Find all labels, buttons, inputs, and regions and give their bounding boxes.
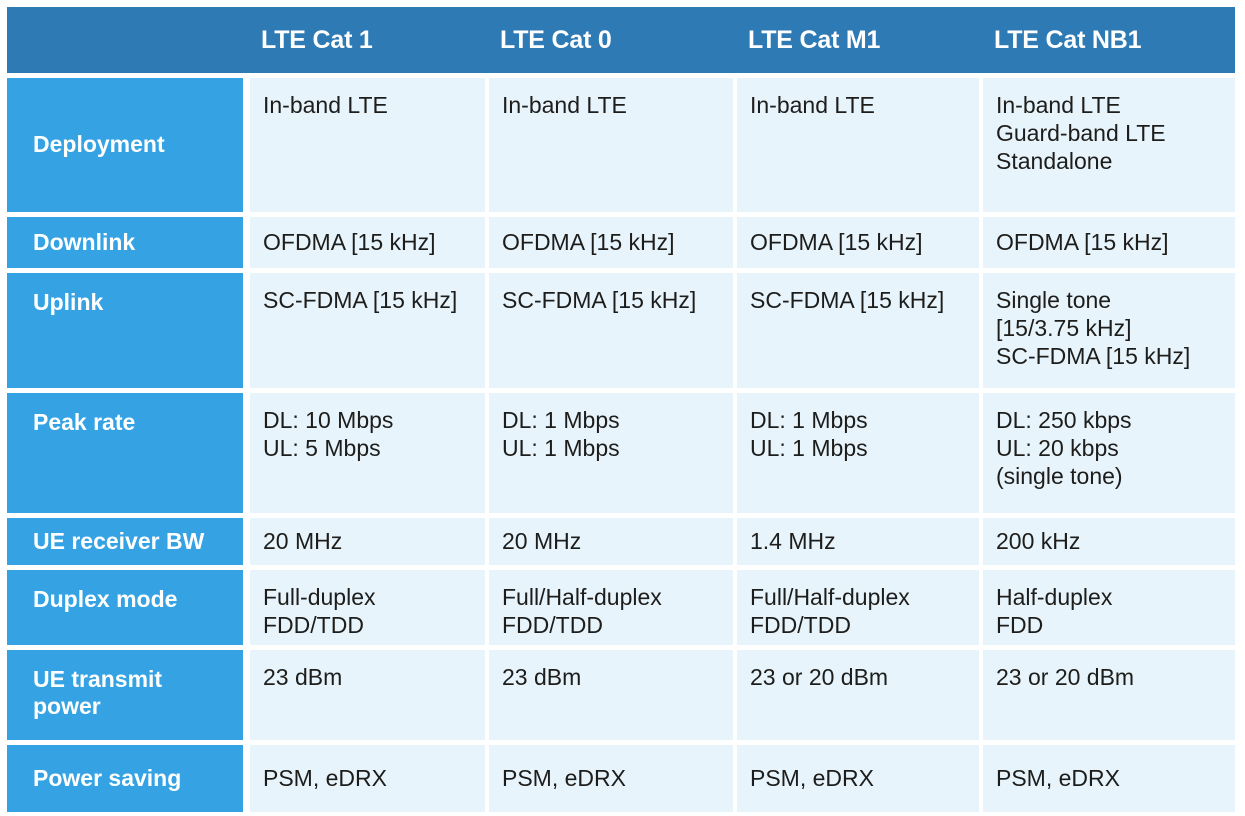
cell-uplink-lte-cat-1: SC-FDMA [15 kHz] xyxy=(250,273,485,388)
table-row-duplex-mode: Duplex mode Full-duplex FDD/TDD Full/Hal… xyxy=(0,570,1245,645)
row-label-power-saving: Power saving xyxy=(7,745,243,812)
table-body: Deployment In-band LTE In-band LTE In-ba… xyxy=(0,0,1245,816)
row-label-deployment: Deployment xyxy=(7,78,243,212)
cell-ue-transmit-power-lte-cat-m1: 23 or 20 dBm xyxy=(737,650,979,740)
cell-power-saving-lte-cat-0: PSM, eDRX xyxy=(489,745,733,812)
table-row-ue-receiver-bw: UE receiver BW 20 MHz 20 MHz 1.4 MHz 200… xyxy=(0,518,1245,565)
cell-uplink-lte-cat-m1: SC-FDMA [15 kHz] xyxy=(737,273,979,388)
cell-downlink-lte-cat-0: OFDMA [15 kHz] xyxy=(489,217,733,268)
cell-power-saving-lte-cat-nb1: PSM, eDRX xyxy=(983,745,1235,812)
cell-ue-receiver-bw-lte-cat-0: 20 MHz xyxy=(489,518,733,565)
cell-deployment-lte-cat-m1: In-band LTE xyxy=(737,78,979,212)
cell-downlink-lte-cat-m1: OFDMA [15 kHz] xyxy=(737,217,979,268)
cell-ue-receiver-bw-lte-cat-1: 20 MHz xyxy=(250,518,485,565)
cell-power-saving-lte-cat-m1: PSM, eDRX xyxy=(737,745,979,812)
cell-deployment-lte-cat-1: In-band LTE xyxy=(250,78,485,212)
row-label-ue-receiver-bw: UE receiver BW xyxy=(7,518,243,565)
table-row-peak-rate: Peak rate DL: 10 Mbps UL: 5 Mbps DL: 1 M… xyxy=(0,393,1245,513)
cell-peak-rate-lte-cat-1: DL: 10 Mbps UL: 5 Mbps xyxy=(250,393,485,513)
row-label-peak-rate: Peak rate xyxy=(7,393,243,513)
cell-power-saving-lte-cat-1: PSM, eDRX xyxy=(250,745,485,812)
cell-peak-rate-lte-cat-m1: DL: 1 Mbps UL: 1 Mbps xyxy=(737,393,979,513)
cell-ue-receiver-bw-lte-cat-nb1: 200 kHz xyxy=(983,518,1235,565)
cell-duplex-mode-lte-cat-m1: Full/Half-duplex FDD/TDD xyxy=(737,570,979,645)
cell-uplink-lte-cat-nb1: Single tone [15/3.75 kHz] SC-FDMA [15 kH… xyxy=(983,273,1235,388)
table-row-ue-transmit-power: UE transmit power 23 dBm 23 dBm 23 or 20… xyxy=(0,650,1245,740)
cell-peak-rate-lte-cat-nb1: DL: 250 kbps UL: 20 kbps (single tone) xyxy=(983,393,1235,513)
cell-downlink-lte-cat-1: OFDMA [15 kHz] xyxy=(250,217,485,268)
table-row-power-saving: Power saving PSM, eDRX PSM, eDRX PSM, eD… xyxy=(0,745,1245,812)
table-row-downlink: Downlink OFDMA [15 kHz] OFDMA [15 kHz] O… xyxy=(0,217,1245,268)
cell-ue-transmit-power-lte-cat-nb1: 23 or 20 dBm xyxy=(983,650,1235,740)
row-label-uplink: Uplink xyxy=(7,273,243,388)
cell-deployment-lte-cat-0: In-band LTE xyxy=(489,78,733,212)
cell-deployment-lte-cat-nb1: In-band LTE Guard-band LTE Standalone xyxy=(983,78,1235,212)
cell-peak-rate-lte-cat-0: DL: 1 Mbps UL: 1 Mbps xyxy=(489,393,733,513)
cell-downlink-lte-cat-nb1: OFDMA [15 kHz] xyxy=(983,217,1235,268)
table-row-deployment: Deployment In-band LTE In-band LTE In-ba… xyxy=(0,78,1245,212)
row-label-duplex-mode: Duplex mode xyxy=(7,570,243,645)
row-label-ue-transmit-power: UE transmit power xyxy=(7,650,243,740)
table-row-uplink: Uplink SC-FDMA [15 kHz] SC-FDMA [15 kHz]… xyxy=(0,273,1245,388)
cell-uplink-lte-cat-0: SC-FDMA [15 kHz] xyxy=(489,273,733,388)
cell-ue-transmit-power-lte-cat-1: 23 dBm xyxy=(250,650,485,740)
cell-ue-transmit-power-lte-cat-0: 23 dBm xyxy=(489,650,733,740)
row-label-downlink: Downlink xyxy=(7,217,243,268)
cell-ue-receiver-bw-lte-cat-m1: 1.4 MHz xyxy=(737,518,979,565)
comparison-table: LTE Cat 1 LTE Cat 0 LTE Cat M1 LTE Cat N… xyxy=(0,0,1245,816)
cell-duplex-mode-lte-cat-1: Full-duplex FDD/TDD xyxy=(250,570,485,645)
cell-duplex-mode-lte-cat-0: Full/Half-duplex FDD/TDD xyxy=(489,570,733,645)
cell-duplex-mode-lte-cat-nb1: Half-duplex FDD xyxy=(983,570,1235,645)
